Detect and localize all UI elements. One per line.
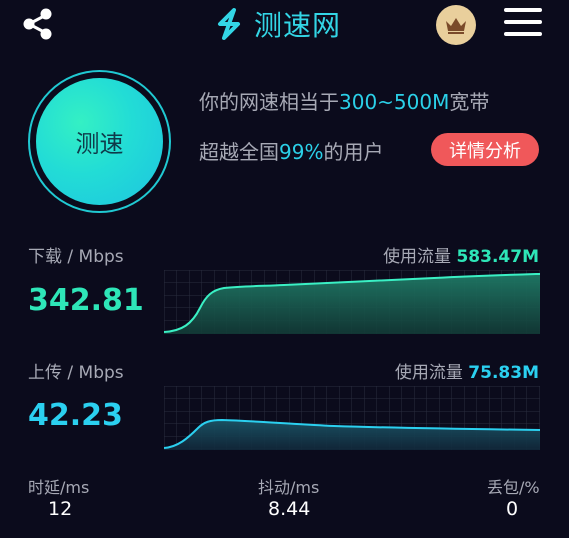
upload-usage: 使用流量 75.83M [395, 358, 539, 383]
start-test-button[interactable]: 测速 [36, 78, 163, 205]
menu-bar [504, 8, 542, 12]
upload-usage-value: 75.83M [468, 363, 539, 383]
jitter-label: 抖动/ms [258, 478, 320, 497]
upload-usage-label: 使用流量 [394, 363, 463, 383]
start-test-label: 测速 [75, 130, 124, 158]
app-logo: 测速网 [212, 4, 341, 44]
download-usage: 使用流量 583.47M [383, 242, 539, 267]
crown-icon [446, 18, 466, 34]
bandwidth-suffix: 宽带 [449, 90, 490, 114]
detail-analysis-label: 详情分析 [449, 140, 521, 162]
upload-speed: 42.23 [28, 398, 123, 433]
share-icon[interactable] [20, 6, 56, 42]
download-chart [164, 270, 540, 334]
logo-mark-icon [218, 8, 240, 40]
upload-chart [164, 386, 540, 450]
rank-value: 99% [279, 140, 324, 164]
rank-summary: 超越全国99%的用户 [199, 136, 383, 165]
packet-loss-value: 0 [506, 498, 519, 520]
menu-bar [504, 20, 542, 24]
menu-icon[interactable] [504, 8, 542, 40]
upload-label: 上传 / Mbps [28, 363, 124, 383]
vip-button[interactable] [436, 5, 476, 45]
download-usage-value: 583.47M [456, 247, 539, 267]
detail-analysis-button[interactable]: 详情分析 [431, 133, 539, 166]
bandwidth-prefix: 你的网速相当于 [199, 90, 339, 114]
app-name: 测速网 [254, 9, 342, 42]
download-label: 下载 / Mbps [28, 247, 124, 267]
menu-bar [504, 32, 542, 36]
rank-prefix: 超越全国 [199, 140, 279, 164]
rank-suffix: 的用户 [323, 140, 384, 164]
jitter-value: 8.44 [268, 498, 311, 520]
download-speed: 342.81 [28, 283, 144, 318]
latency-label: 时延/ms [28, 478, 90, 497]
bandwidth-value: 300~500M [339, 90, 450, 114]
bandwidth-summary: 你的网速相当于300~500M宽带 [199, 86, 489, 115]
download-usage-label: 使用流量 [383, 247, 452, 267]
packet-loss-label: 丢包/% [487, 478, 540, 497]
latency-value: 12 [48, 498, 73, 520]
